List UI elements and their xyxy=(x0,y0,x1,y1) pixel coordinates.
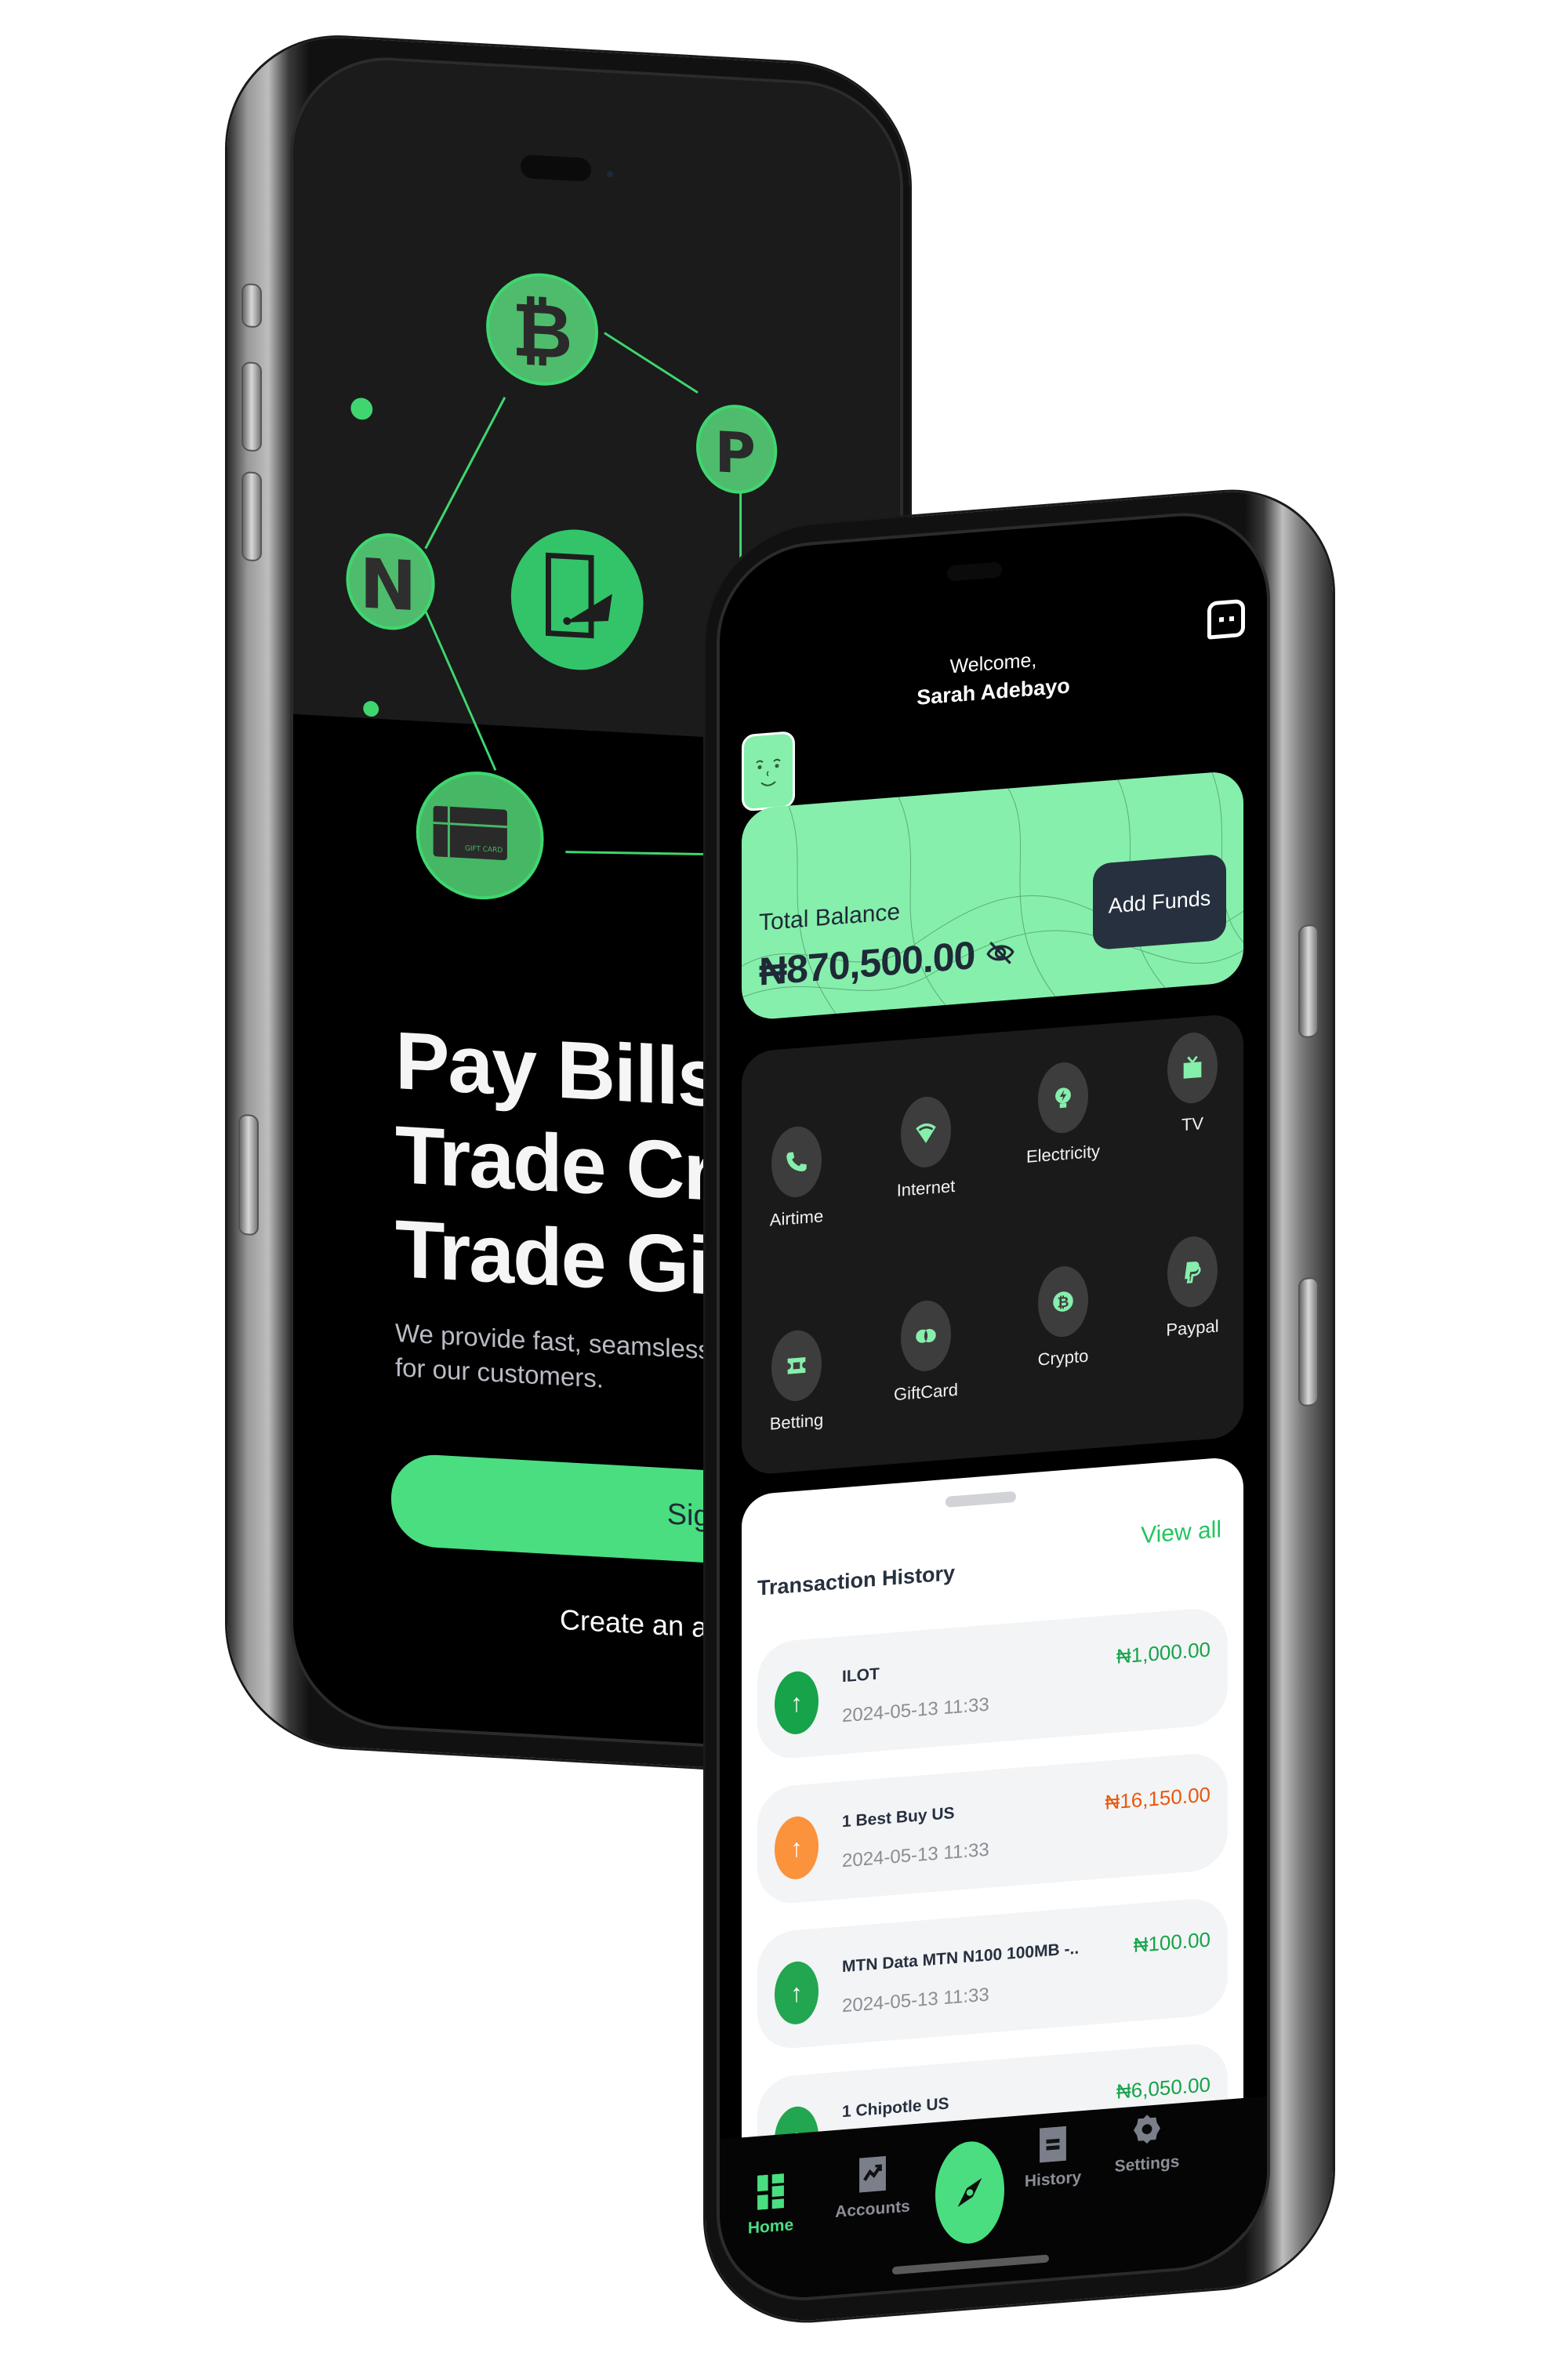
arrow-up-icon: ↑ xyxy=(775,1669,818,1737)
transaction-row[interactable]: ↑ MTN Data MTN N100 100MB -.. 2024-05-13… xyxy=(757,1896,1228,2051)
transaction-date: 2024-05-13 11:33 xyxy=(842,1839,989,1872)
svg-text:N: N xyxy=(360,543,417,626)
service-betting[interactable]: Betting xyxy=(742,1326,851,1436)
home-indicator xyxy=(892,2254,1049,2275)
ticket-icon xyxy=(787,1357,806,1374)
transaction-name: MTN Data MTN N100 100MB -.. xyxy=(842,1939,1080,1977)
balance-card: Total Balance ₦870,500.00 Add Funds xyxy=(742,770,1243,1022)
eye-off-icon[interactable] xyxy=(985,937,1015,969)
transaction-name: 1 Best Buy US xyxy=(842,1804,955,1832)
service-label: Betting xyxy=(769,1410,824,1434)
service-tv[interactable]: TV xyxy=(1138,1029,1247,1139)
giftcard-icon xyxy=(916,1329,936,1343)
nav-label: Accounts xyxy=(835,2197,910,2222)
avatar[interactable] xyxy=(742,731,795,812)
transaction-date: 2024-05-13 11:33 xyxy=(842,1984,989,2017)
volume-up-button xyxy=(241,361,262,452)
arrow-up-icon: ↑ xyxy=(775,1959,818,2027)
service-label: Airtime xyxy=(769,1206,824,1230)
earpiece-speaker xyxy=(947,561,1002,582)
transaction-row[interactable]: ↑ ILOT 2024-05-13 11:33 ₦1,000.00 xyxy=(757,1606,1228,1761)
paypal-icon: P xyxy=(696,405,778,494)
transaction-row[interactable]: ↑ 1 Best Buy US 2024-05-13 11:33 ₦16,150… xyxy=(757,1751,1228,1906)
crypto-icon: ₿ xyxy=(1053,1291,1073,1312)
phone-icon xyxy=(786,1152,807,1172)
service-electricity[interactable]: Electricity xyxy=(1008,1058,1118,1169)
nav-accounts[interactable]: Accounts xyxy=(829,2154,916,2223)
nav-history[interactable]: History xyxy=(1010,2124,1096,2193)
service-label: Internet xyxy=(896,1175,956,1200)
nav-settings[interactable]: Settings xyxy=(1104,2108,1190,2177)
dashboard-phone: Welcome, Sarah Adebayo Total Balance ₦87… xyxy=(706,484,1333,2329)
transaction-amount: ₦6,050.00 xyxy=(1116,2072,1210,2104)
document-icon xyxy=(1040,2126,1066,2163)
sim-tray xyxy=(238,1113,259,1236)
service-label: TV xyxy=(1181,1113,1204,1135)
side-button xyxy=(1298,1276,1319,1407)
service-crypto[interactable]: ₿ Crypto xyxy=(1008,1262,1118,1373)
transaction-amount: ₦16,150.00 xyxy=(1105,1782,1210,1814)
service-label: Crypto xyxy=(1037,1345,1089,1370)
bitcoin-icon: ₿ xyxy=(486,273,598,386)
decor-dot xyxy=(350,398,373,420)
wifi-icon xyxy=(916,1123,936,1144)
svg-text:₿: ₿ xyxy=(512,287,573,376)
power-button xyxy=(1298,924,1319,1039)
home-grid-icon xyxy=(757,2173,784,2210)
service-giftcard[interactable]: GiftCard xyxy=(871,1296,981,1407)
phone-share-icon xyxy=(510,529,644,670)
service-label: Paypal xyxy=(1166,1316,1219,1340)
service-label: Electricity xyxy=(1025,1141,1101,1167)
smiley-face-icon xyxy=(756,758,781,786)
transaction-name: 1 Chipotle US xyxy=(842,2094,949,2122)
service-label: GiftCard xyxy=(894,1379,958,1405)
silent-switch xyxy=(241,283,262,329)
paypal-icon xyxy=(1185,1262,1201,1283)
nav-explore-button[interactable] xyxy=(935,2139,1004,2246)
services-grid: Airtime Internet Electricity TV Betting xyxy=(742,1013,1243,1476)
nav-label: History xyxy=(1024,2168,1082,2191)
service-airtime[interactable]: Airtime xyxy=(742,1122,851,1233)
bulb-icon xyxy=(1055,1087,1071,1109)
service-paypal[interactable]: Paypal xyxy=(1138,1233,1247,1343)
svg-text:P: P xyxy=(714,419,755,487)
tv-icon xyxy=(1183,1055,1202,1079)
add-funds-button[interactable]: Add Funds xyxy=(1093,853,1226,951)
sheet-grabber[interactable] xyxy=(946,1490,1016,1508)
gear-icon xyxy=(1134,2115,1160,2144)
transaction-date: 2024-05-13 11:33 xyxy=(842,1694,989,1727)
nav-label: Settings xyxy=(1114,2152,1180,2176)
netflix-icon: N xyxy=(346,533,435,630)
nav-label: Home xyxy=(747,2216,794,2238)
headline-line-1: Pay Bills xyxy=(395,1015,721,1125)
transaction-amount: ₦1,000.00 xyxy=(1116,1637,1210,1668)
transaction-amount: ₦100.00 xyxy=(1133,1927,1210,1958)
view-all-link[interactable]: View all xyxy=(1141,1516,1221,1549)
chart-up-icon xyxy=(859,2155,886,2193)
svg-text:₿: ₿ xyxy=(1057,1294,1069,1312)
volume-down-button xyxy=(241,471,262,562)
dashboard-screen: Welcome, Sarah Adebayo Total Balance ₦87… xyxy=(717,506,1270,2307)
decor-dot xyxy=(363,701,379,717)
nav-home[interactable]: Home xyxy=(728,2171,814,2240)
service-internet[interactable]: Internet xyxy=(871,1092,981,1203)
compass-icon xyxy=(957,2178,982,2207)
transaction-history-title: Transaction History xyxy=(757,1560,956,1600)
arrow-up-icon: ↑ xyxy=(775,1814,818,1882)
transaction-name: ILOT xyxy=(842,1665,880,1686)
gift-card-icon: GIFT CARD xyxy=(416,771,544,900)
